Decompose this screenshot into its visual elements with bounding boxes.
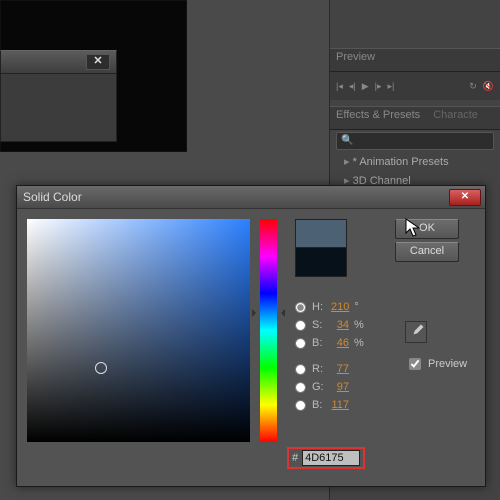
dialog-title: Solid Color (23, 190, 82, 204)
red-label: R: (312, 363, 328, 375)
preview-checkbox-input[interactable] (409, 358, 421, 370)
hex-hash: # (292, 452, 298, 464)
hue-slider[interactable] (260, 219, 277, 442)
play-icon[interactable]: ▶ (362, 81, 369, 92)
swatch-old[interactable] (295, 247, 347, 277)
dialog-close-button[interactable]: ✕ (449, 189, 481, 206)
cancel-button[interactable]: Cancel (395, 242, 459, 262)
eyedropper-icon[interactable] (405, 321, 427, 343)
preview-panel-header[interactable]: Preview (330, 48, 500, 72)
blue-row: B: 117 (295, 397, 349, 413)
sat-value[interactable]: 34 (331, 319, 349, 331)
effects-panel-header[interactable]: Effects & Presets Characte (330, 106, 500, 130)
color-field[interactable] (27, 219, 250, 442)
bri-radio[interactable] (295, 338, 306, 349)
bri-value[interactable]: 46 (331, 337, 349, 349)
hue-value[interactable]: 210 (331, 301, 349, 313)
last-frame-icon[interactable]: ▸| (388, 81, 395, 92)
bri-label: B: (312, 337, 328, 349)
floating-panel: ✕ (0, 50, 117, 142)
dialog-titlebar[interactable]: Solid Color ✕ (17, 186, 485, 209)
color-picker-cursor[interactable] (95, 362, 107, 374)
close-icon[interactable]: ✕ (86, 54, 110, 70)
character-tab[interactable]: Characte (433, 109, 478, 121)
blue-label: B: (312, 399, 328, 411)
green-label: G: (312, 381, 328, 393)
hue-label: H: (312, 301, 328, 313)
green-radio[interactable] (295, 382, 306, 393)
prev-frame-icon[interactable]: ◂| (349, 81, 356, 92)
hex-input[interactable] (302, 450, 360, 466)
transport-controls: |◂ ◂| ▶ |▸ ▸| ↻ 🔇 (330, 72, 500, 100)
tree-item-animation-presets[interactable]: * Animation Presets (330, 152, 500, 171)
swatch-new (295, 219, 347, 249)
preview-checkbox[interactable]: Preview (405, 355, 467, 373)
green-value[interactable]: 97 (331, 381, 349, 393)
red-row: R: 77 (295, 361, 349, 377)
first-frame-icon[interactable]: |◂ (336, 81, 343, 92)
blue-value[interactable]: 117 (331, 399, 349, 411)
preview-checkbox-label: Preview (428, 358, 467, 370)
sat-row: S: 34 % (295, 317, 364, 333)
mute-icon[interactable]: 🔇 (483, 81, 494, 92)
effects-search-input[interactable]: 🔍 (336, 132, 494, 150)
loop-icon[interactable]: ↻ (469, 81, 477, 92)
next-frame-icon[interactable]: |▸ (375, 81, 382, 92)
sat-radio[interactable] (295, 320, 306, 331)
sat-label: S: (312, 319, 328, 331)
solid-color-dialog: Solid Color ✕ OK Cancel Preview H: 210 °… (16, 185, 486, 487)
red-value[interactable]: 77 (331, 363, 349, 375)
blue-radio[interactable] (295, 400, 306, 411)
effects-tab[interactable]: Effects & Presets (336, 109, 420, 121)
green-row: G: 97 (295, 379, 349, 395)
hex-row: # (287, 447, 365, 469)
floating-panel-titlebar[interactable]: ✕ (1, 51, 116, 74)
hue-radio[interactable] (295, 302, 306, 313)
bri-row: B: 46 % (295, 335, 364, 351)
red-radio[interactable] (295, 364, 306, 375)
ok-button[interactable]: OK (395, 219, 459, 239)
hue-row: H: 210 ° (295, 299, 359, 315)
